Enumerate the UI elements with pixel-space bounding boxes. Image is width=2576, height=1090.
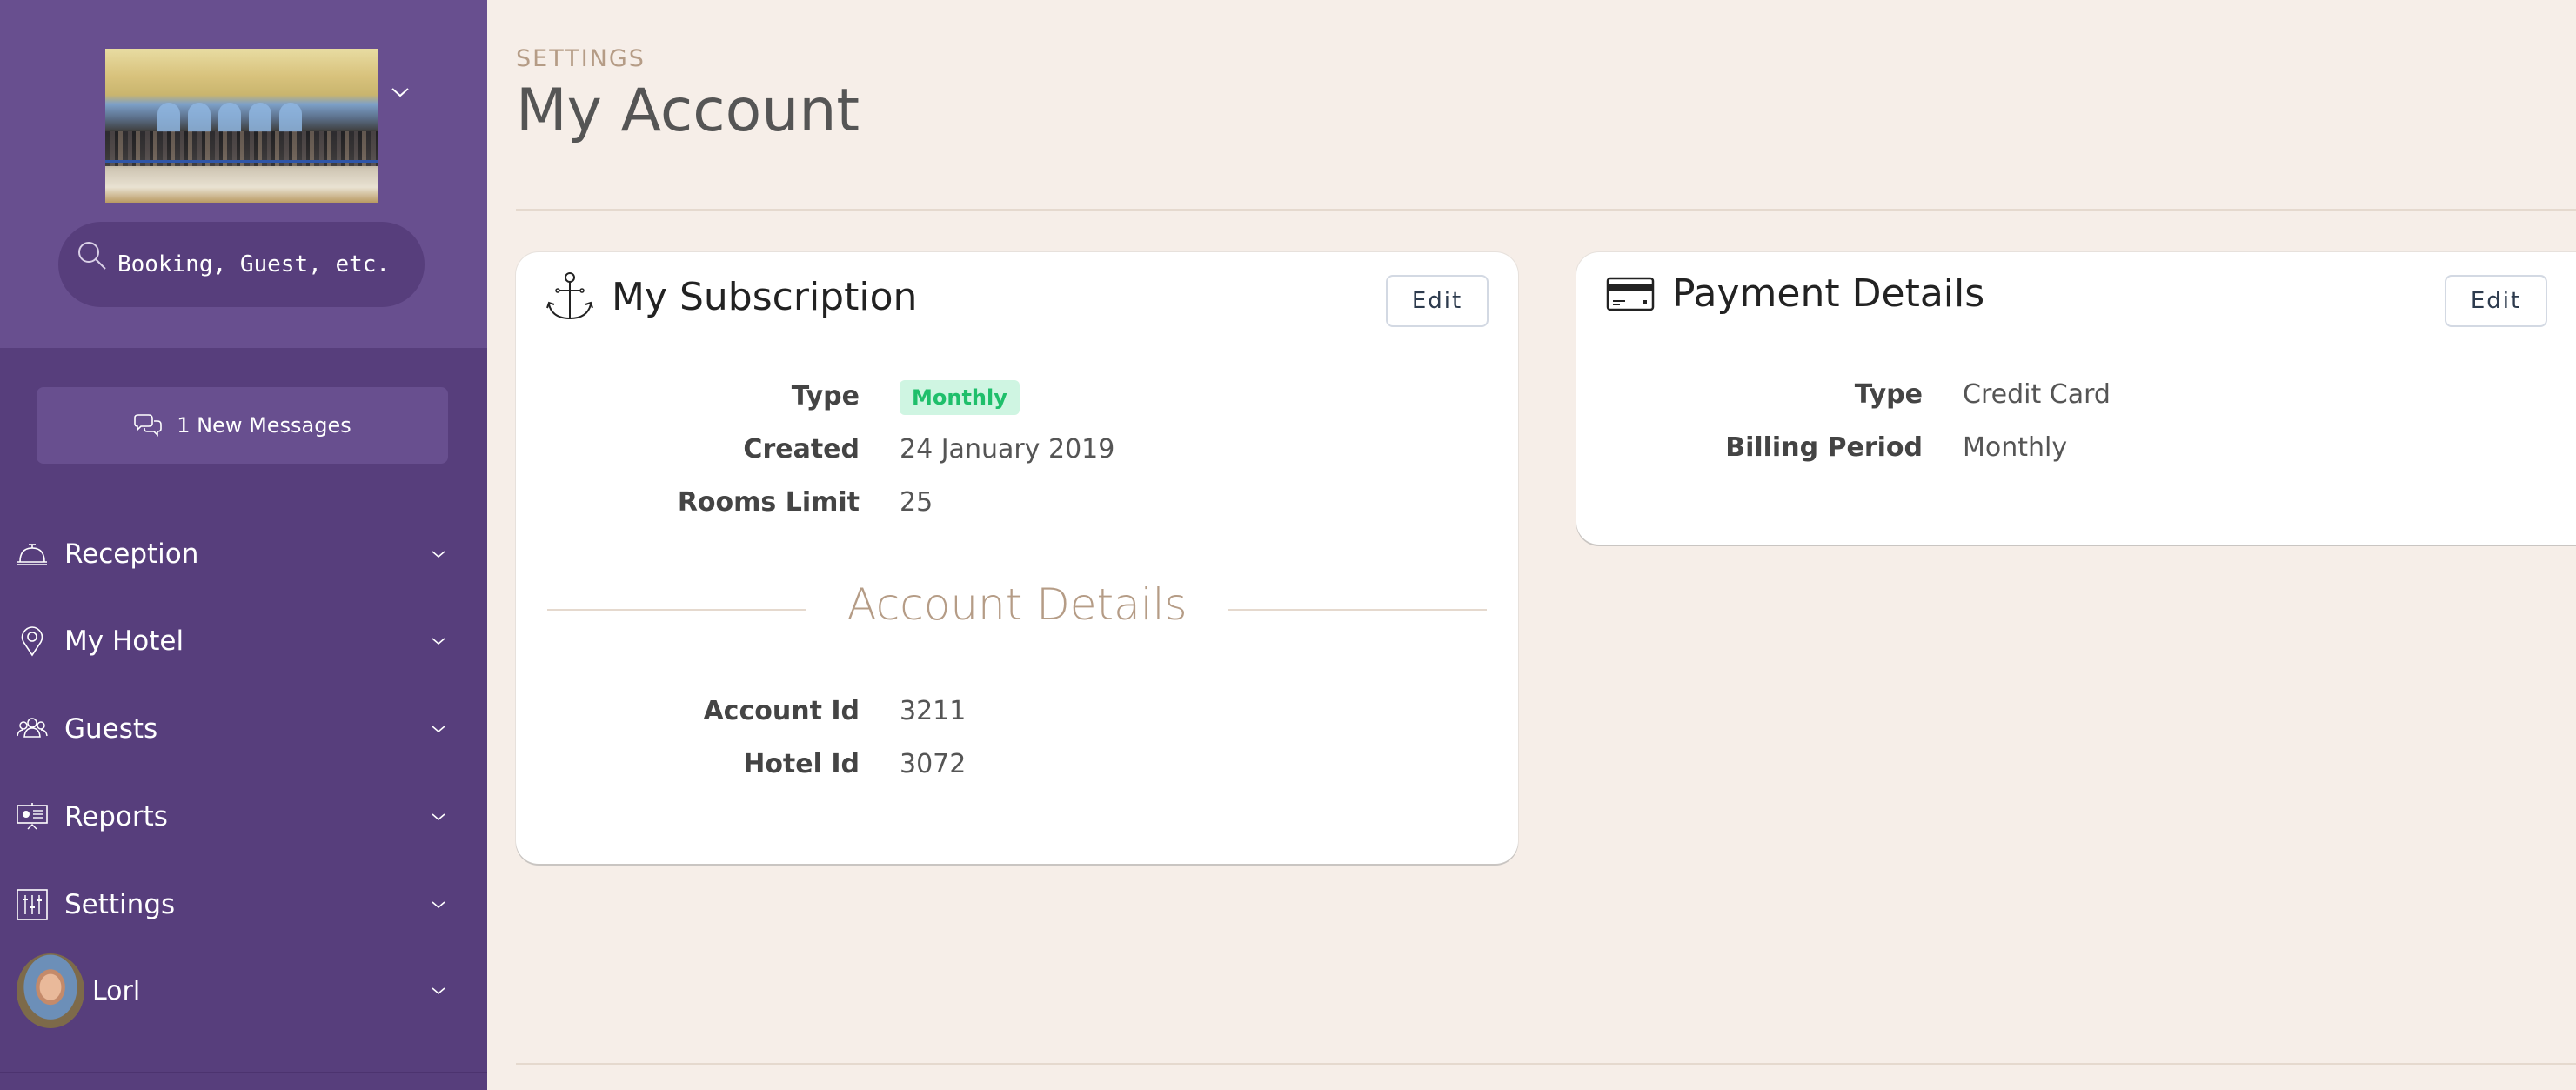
sidebar-divider [0,1072,487,1073]
field-value: 25 [900,486,933,518]
sidebar-item-label: Reports [64,801,168,833]
page-title: My Account [516,77,860,145]
chevron-down-icon [432,551,445,558]
field-value: 24 January 2019 [900,433,1115,465]
avatar [17,953,84,1028]
card-title-text: My Subscription [612,274,918,319]
field-value: Monthly [900,379,1020,415]
user-menu[interactable]: Lorl [0,953,487,1028]
field-label: Type [1854,378,1923,410]
chevron-down-icon [432,726,445,733]
sidebar: 1 New Messages Reception My Hotel Guests… [0,0,487,1090]
sidebar-item-label: Guests [64,713,158,745]
main-content: SETTINGS My Account My Subscription Edit… [487,0,2576,1090]
field-row: Type Monthly [516,374,1518,418]
field-label: Account Id [703,695,860,726]
edit-subscription-button[interactable]: Edit [1386,275,1489,327]
card-title-text: Payment Details [1672,271,1985,316]
hotel-photo[interactable] [105,49,378,203]
field-label: Hotel Id [743,748,860,779]
subscription-card: My Subscription Edit Type Monthly Create… [516,252,1518,864]
field-row: Hotel Id 3072 [516,742,1518,786]
header-divider [516,209,2576,211]
sidebar-item-my-hotel[interactable]: My Hotel [0,606,487,676]
field-row: Type Credit Card [1576,372,2576,416]
sidebar-header [0,0,487,348]
map-pin-icon [21,626,43,657]
sidebar-item-settings[interactable]: Settings [0,870,487,940]
chevron-down-icon [432,987,445,995]
field-row: Rooms Limit 25 [516,480,1518,524]
chevron-down-icon [432,901,445,909]
user-name: Lorl [92,975,141,1006]
search-icon [78,242,106,270]
subscription-card-title: My Subscription [545,271,917,322]
chevron-down-icon [432,638,445,645]
field-label: Billing Period [1725,431,1923,463]
sliders-icon [17,889,48,920]
sidebar-item-label: My Hotel [64,625,184,657]
search-box [58,222,425,307]
field-value: Monthly [1963,431,2068,463]
field-label: Type [791,380,860,411]
edit-payment-button[interactable]: Edit [2445,275,2547,327]
field-value: 3072 [900,748,967,779]
field-row: Created 24 January 2019 [516,427,1518,471]
credit-card-icon [1606,277,1655,311]
sidebar-item-guests[interactable]: Guests [0,694,487,764]
new-messages-label: 1 New Messages [177,413,351,438]
new-messages-button[interactable]: 1 New Messages [37,387,448,464]
presentation-icon [17,803,48,830]
bell-icon [17,544,47,565]
footer-divider [516,1063,2576,1065]
payment-card: Payment Details Edit Type Credit Card Bi… [1576,252,2576,545]
chevron-down-icon [432,813,445,821]
anchor-icon [546,272,593,320]
field-label: Created [743,433,860,465]
sidebar-item-label: Reception [64,538,199,570]
search-input[interactable] [117,222,405,307]
section-title: Account Details [516,579,1518,630]
sidebar-item-reports[interactable]: Reports [0,782,487,852]
chat-bubbles-icon [134,414,163,437]
field-row: Billing Period Monthly [1576,425,2576,469]
payment-card-title: Payment Details [1606,271,1984,316]
field-row: Account Id 3211 [516,689,1518,732]
field-value: Credit Card [1963,378,2111,410]
hotel-switcher-chevron-icon[interactable] [389,84,411,101]
sidebar-item-reception[interactable]: Reception [0,519,487,589]
users-icon [17,718,48,738]
sidebar-item-label: Settings [64,889,176,920]
subscription-type-badge: Monthly [900,379,1020,415]
field-value: 3211 [900,695,967,726]
field-label: Rooms Limit [677,486,860,518]
breadcrumb: SETTINGS [516,45,646,72]
